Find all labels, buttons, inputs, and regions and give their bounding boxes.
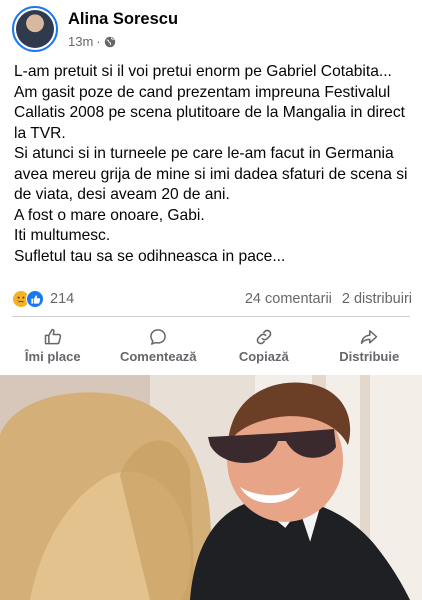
action-bar: Îmi place Comentează Copiază Distribuie (0, 320, 422, 370)
shares-count[interactable]: 2 distribuiri (342, 291, 412, 307)
photo-illustration (0, 375, 422, 600)
post-text-line: Am gasit poze de cand prezentam impreuna… (14, 83, 405, 142)
thumbs-up-icon (44, 328, 61, 344)
post-time[interactable]: 13m (68, 34, 93, 49)
post-meta: 13m · (68, 34, 116, 49)
share-button[interactable]: Distribuie (317, 320, 422, 370)
reactions-summary[interactable]: 214 (12, 290, 74, 308)
meta-separator: · (96, 34, 101, 49)
link-icon (256, 329, 272, 344)
post-text-line: L-am pretuit si il voi pretui enorm pe G… (14, 63, 392, 80)
post-text-line: Iti multumesc. (14, 227, 111, 244)
reaction-count[interactable]: 214 (50, 291, 74, 307)
share-label: Distribuie (339, 348, 400, 364)
post-text-line: A fost o mare onoare, Gabi. (14, 206, 205, 224)
like-reaction-icon (26, 290, 44, 308)
post-text-line: Si atunci si in turneele pe care le-am f… (14, 145, 408, 203)
comment-icon (150, 328, 167, 345)
post-stats: 214 24 comentarii 2 distribuiri (12, 288, 412, 310)
copy-label: Copiază (238, 348, 289, 364)
divider (12, 316, 410, 317)
comment-button[interactable]: Comentează (106, 320, 212, 370)
like-label: Îmi place (24, 348, 81, 364)
post-header: Alina Sorescu 13m · (12, 6, 412, 56)
share-icon (361, 329, 378, 344)
like-button[interactable]: Îmi place (0, 320, 106, 370)
globe-icon (104, 36, 115, 47)
author-name[interactable]: Alina Sorescu (68, 10, 178, 29)
post-text-line: Sufletul tau sa se odihneasca in pace... (14, 247, 286, 265)
post-photo[interactable] (0, 375, 422, 600)
post-body: L-am pretuit si il voi pretui enorm pe G… (14, 62, 414, 267)
comments-count[interactable]: 24 comentarii (245, 291, 332, 307)
comment-label: Comentează (119, 348, 197, 364)
avatar[interactable] (12, 6, 58, 52)
copy-button[interactable]: Copiază (211, 320, 317, 370)
